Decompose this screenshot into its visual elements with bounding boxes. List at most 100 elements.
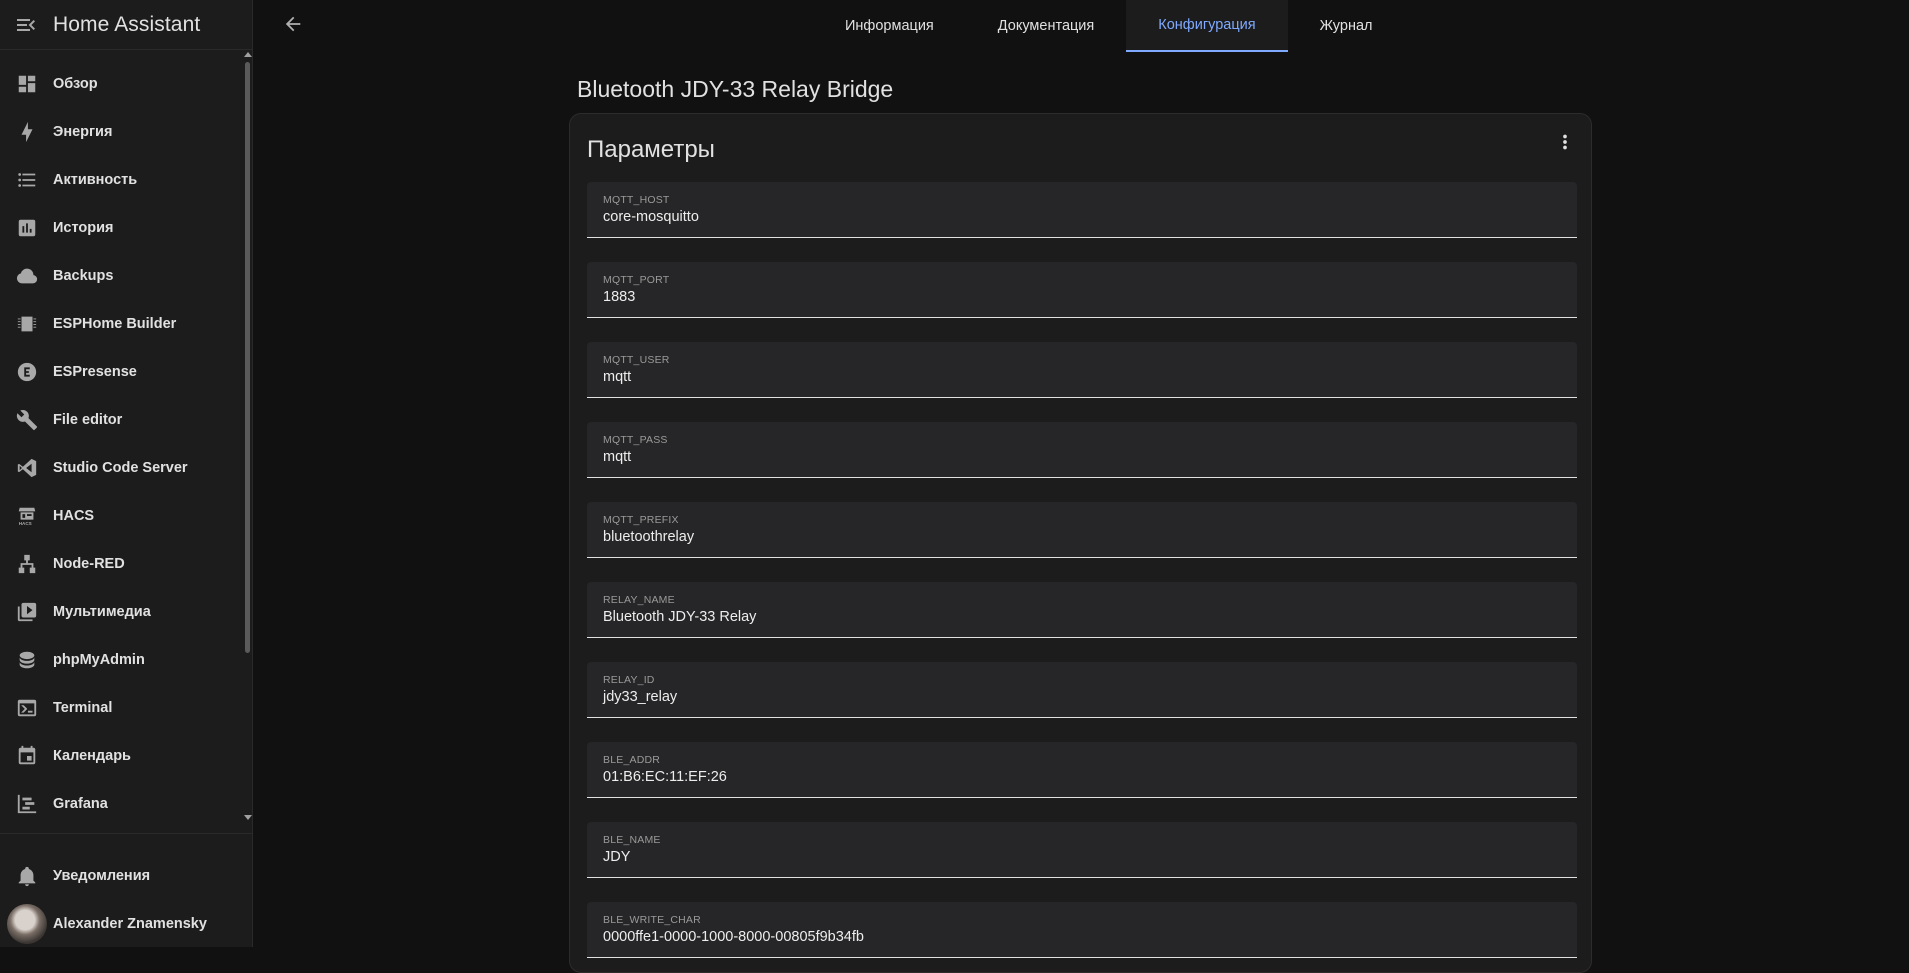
top-bar: Информация Документация Конфигурация Жур… — [253, 0, 1909, 52]
dots-vertical-icon — [1554, 131, 1576, 158]
sidebar-item-file-editor[interactable]: File editor — [0, 396, 243, 444]
ble-write-char-field[interactable]: BLE_WRITE_CHAR 0000ffe1-0000-1000-8000-0… — [587, 902, 1577, 958]
field-label: RELAY_ID — [603, 674, 655, 686]
console-icon — [15, 696, 39, 720]
field-label: RELAY_NAME — [603, 594, 675, 606]
field-value[interactable]: jdy33_relay — [603, 689, 677, 705]
sidebar-item-label: Обзор — [53, 76, 98, 92]
field-value[interactable]: 1883 — [603, 289, 635, 305]
sidebar-item-esphome-builder[interactable]: ESPHome Builder — [0, 300, 243, 348]
ble-addr-field[interactable]: BLE_ADDR 01:B6:EC:11:EF:26 — [587, 742, 1577, 798]
sidebar-item-backups[interactable]: Backups — [0, 252, 243, 300]
field-label: MQTT_PORT — [603, 274, 670, 286]
mqtt-pass-field[interactable]: MQTT_PASS mqtt — [587, 422, 1577, 478]
field-value[interactable]: 01:B6:EC:11:EF:26 — [603, 769, 727, 785]
ble-name-field[interactable]: BLE_NAME JDY — [587, 822, 1577, 878]
field-label: BLE_ADDR — [603, 754, 661, 766]
sidebar-item-energy[interactable]: Энергия — [0, 108, 243, 156]
sidebar-item-profile[interactable]: Alexander Znamensky — [0, 900, 253, 948]
sidebar-header: Home Assistant — [0, 0, 252, 50]
sidebar-title: Home Assistant — [53, 12, 201, 36]
field-value[interactable]: mqtt — [603, 449, 631, 465]
sidebar-item-espresense[interactable]: ESPresense — [0, 348, 243, 396]
sidebar-item-studio-code-server[interactable]: Studio Code Server — [0, 444, 243, 492]
sidebar-item-label: HACS — [53, 508, 95, 524]
chart-icon — [15, 216, 39, 240]
sidebar-item-hacs[interactable]: HACS HACS — [0, 492, 243, 540]
page-title: Bluetooth JDY-33 Relay Bridge — [577, 76, 894, 102]
sidebar-item-label: Энергия — [53, 124, 113, 140]
sidebar-scroll-down-arrow[interactable] — [244, 815, 252, 820]
field-label: BLE_WRITE_CHAR — [603, 914, 701, 926]
sidebar-item-label: phpMyAdmin — [53, 652, 145, 668]
back-button[interactable] — [279, 12, 307, 40]
database-icon — [15, 648, 39, 672]
vscode-icon — [15, 456, 39, 480]
sidebar-item-label: Node-RED — [53, 556, 125, 572]
sidebar-item-label: Уведомления — [53, 868, 151, 884]
menu-open-icon[interactable] — [14, 13, 38, 37]
sidebar-scrollbar[interactable] — [245, 62, 250, 653]
tab-configuration[interactable]: Конфигурация — [1126, 0, 1288, 52]
field-value[interactable]: Bluetooth JDY-33 Relay — [603, 609, 756, 625]
chip-icon — [15, 312, 39, 336]
field-value[interactable]: mqtt — [603, 369, 631, 385]
sidebar-item-phpmyadmin[interactable]: phpMyAdmin — [0, 636, 243, 684]
sidebar-item-terminal[interactable]: Terminal — [0, 684, 243, 732]
field-value[interactable]: JDY — [603, 849, 630, 865]
field-label: MQTT_PREFIX — [603, 514, 679, 526]
sidebar-item-label: File editor — [53, 412, 123, 428]
sidebar: Home Assistant Обзор Энергия Активность … — [0, 0, 253, 947]
avatar — [7, 904, 47, 944]
mqtt-prefix-field[interactable]: MQTT_PREFIX bluetoothrelay — [587, 502, 1577, 558]
chart-timeline-icon — [15, 792, 39, 816]
sidebar-item-calendar[interactable]: Календарь — [0, 732, 243, 780]
more-options-button[interactable] — [1553, 132, 1577, 156]
sidebar-item-label: Terminal — [53, 700, 113, 716]
sidebar-item-label: Календарь — [53, 748, 131, 764]
arrow-left-icon — [282, 13, 304, 40]
sidebar-item-activity[interactable]: Активность — [0, 156, 243, 204]
wrench-icon — [15, 408, 39, 432]
field-value[interactable]: 0000ffe1-0000-1000-8000-00805f9b34fb — [603, 929, 864, 945]
sidebar-item-label: Активность — [53, 172, 138, 188]
cloud-icon — [15, 264, 39, 288]
sidebar-item-label: Grafana — [53, 796, 108, 812]
tab-bar: Информация Документация Конфигурация Жур… — [813, 0, 1405, 52]
sidebar-item-notifications[interactable]: Уведомления — [0, 852, 253, 900]
field-value[interactable]: bluetoothrelay — [603, 529, 694, 545]
tab-info[interactable]: Информация — [813, 0, 966, 52]
field-label: MQTT_HOST — [603, 194, 670, 206]
sidebar-item-media[interactable]: Мультимедиа — [0, 588, 243, 636]
sidebar-item-label: История — [53, 220, 114, 236]
tab-log[interactable]: Журнал — [1288, 0, 1405, 52]
sidebar-item-label: ESPHome Builder — [53, 316, 177, 332]
calendar-icon — [15, 744, 39, 768]
list-icon — [15, 168, 39, 192]
field-label: MQTT_PASS — [603, 434, 668, 446]
relay-name-field[interactable]: RELAY_NAME Bluetooth JDY-33 Relay — [587, 582, 1577, 638]
field-label: MQTT_USER — [603, 354, 670, 366]
lightning-icon — [15, 120, 39, 144]
mqtt-host-field[interactable]: MQTT_HOST core-mosquitto — [587, 182, 1577, 238]
sidebar-item-grafana[interactable]: Grafana — [0, 780, 243, 828]
sidebar-item-label: Мультимедиа — [53, 604, 151, 620]
sidebar-item-overview[interactable]: Обзор — [0, 60, 243, 108]
options-card: Параметры MQTT_HOST core-mosquitto MQTT_… — [569, 113, 1592, 973]
mqtt-port-field[interactable]: MQTT_PORT 1883 — [587, 262, 1577, 318]
dashboard-icon — [15, 72, 39, 96]
sidebar-scroll-up-arrow[interactable] — [244, 52, 252, 57]
sidebar-item-label: ESPresense — [53, 364, 137, 380]
field-value[interactable]: core-mosquitto — [603, 209, 699, 225]
tab-documentation[interactable]: Документация — [966, 0, 1126, 52]
sidebar-item-history[interactable]: История — [0, 204, 243, 252]
sidebar-bottom: Уведомления Alexander Znamensky — [0, 852, 253, 948]
play-box-icon — [15, 600, 39, 624]
bell-icon — [15, 864, 39, 888]
sidebar-divider — [0, 833, 253, 834]
espresense-icon — [15, 360, 39, 384]
relay-id-field[interactable]: RELAY_ID jdy33_relay — [587, 662, 1577, 718]
sidebar-item-node-red[interactable]: Node-RED — [0, 540, 243, 588]
mqtt-user-field[interactable]: MQTT_USER mqtt — [587, 342, 1577, 398]
user-name: Alexander Znamensky — [53, 916, 207, 932]
